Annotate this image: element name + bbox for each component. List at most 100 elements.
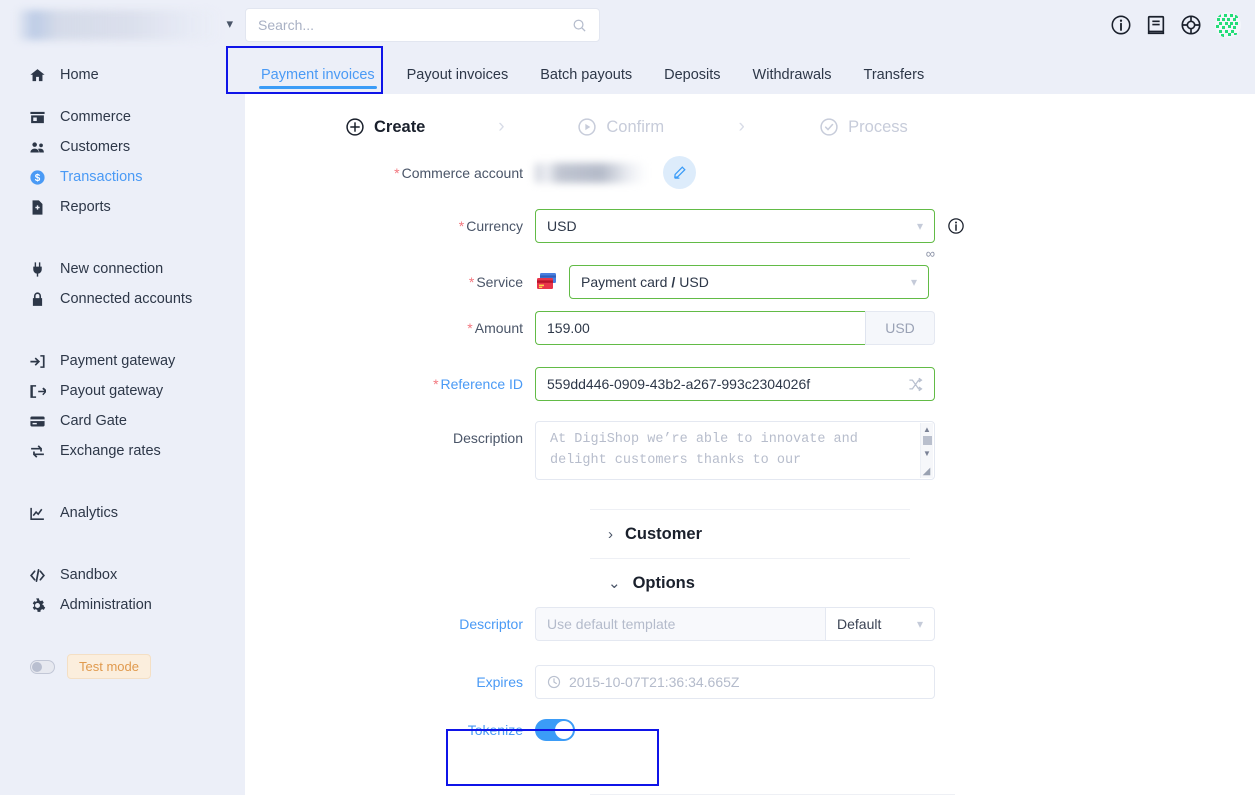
- code-icon: [29, 567, 46, 584]
- expires-placeholder: 2015-10-07T21:36:34.665Z: [569, 674, 740, 690]
- tab-bar: Payment invoices Payout invoices Batch p…: [245, 50, 1255, 94]
- amount-currency-suffix: USD: [865, 311, 935, 345]
- section-header-options[interactable]: ⌄ Options: [245, 559, 1255, 607]
- credit-card-icon: [29, 413, 46, 430]
- amount-control: 159.00 USD: [535, 311, 935, 345]
- nav-group: Payment gateway Payout gateway Card Gate…: [0, 340, 245, 472]
- section-title: Customer: [625, 524, 703, 543]
- chevron-right-icon: ›: [608, 525, 613, 543]
- service-select[interactable]: Payment card / USD ▾: [569, 265, 929, 299]
- tab-transfers[interactable]: Transfers: [848, 66, 941, 95]
- plug-icon: [29, 261, 46, 278]
- info-circle-icon[interactable]: [1110, 14, 1132, 36]
- sidebar-item-customers[interactable]: Customers: [0, 132, 245, 162]
- check-circle-icon: [820, 118, 838, 136]
- currency-hint-control: ∞: [535, 246, 935, 261]
- sidebar-item-payment-gateway[interactable]: Payment gateway: [0, 346, 245, 376]
- book-icon[interactable]: [1145, 14, 1167, 36]
- step-confirm[interactable]: Confirm: [577, 117, 664, 137]
- expires-input[interactable]: 2015-10-07T21:36:34.665Z: [535, 665, 935, 699]
- users-icon: [29, 139, 46, 156]
- infinity-icon: ∞: [925, 245, 935, 261]
- scrollbar-thumb[interactable]: [922, 436, 932, 445]
- sidebar-item-card-gate[interactable]: Card Gate: [0, 406, 245, 436]
- sidebar-item-label: Commerce: [60, 109, 131, 125]
- tokenize-label[interactable]: Tokenize: [245, 722, 535, 738]
- test-mode-toggle[interactable]: [30, 659, 55, 674]
- sidebar-item-administration[interactable]: Administration: [0, 590, 245, 620]
- tab-label: Transfers: [863, 66, 925, 83]
- play-circle-icon: [578, 118, 597, 136]
- dollar-circle-icon: $: [29, 169, 46, 186]
- tab-withdrawals[interactable]: Withdrawals: [737, 66, 848, 95]
- sidebar-item-label: Payout gateway: [60, 383, 164, 399]
- description-textarea[interactable]: At DigiShop we’re able to innovate and d…: [535, 421, 935, 480]
- scroll-down-icon[interactable]: ▼: [923, 447, 931, 458]
- sidebar-item-label: Reports: [60, 199, 111, 215]
- tokenize-toggle[interactable]: [535, 719, 575, 741]
- sidebar-item-transactions[interactable]: $ Transactions: [0, 162, 245, 192]
- reference-id-input[interactable]: 559dd446-0909-43b2-a267-993c2304026f: [535, 367, 935, 401]
- sidebar-item-new-connection[interactable]: New connection: [0, 254, 245, 284]
- sidebar-item-sandbox[interactable]: Sandbox: [0, 560, 245, 590]
- scroll-up-icon[interactable]: ▲: [923, 423, 931, 434]
- chevron-down-icon: ▾: [916, 219, 923, 233]
- step-separator: ›: [498, 116, 505, 137]
- step-process[interactable]: Process: [819, 117, 908, 137]
- invoice-form: * Commerce account * Currency USD ▾ ∞ * …: [245, 138, 1255, 480]
- sidebar-nav: Home Commerce Customers $ Transactions R…: [0, 50, 245, 626]
- reference-id-label[interactable]: * Reference ID: [245, 376, 535, 392]
- sidebar-item-label: Card Gate: [60, 413, 127, 429]
- currency-label: * Currency: [458, 218, 523, 234]
- currency-select[interactable]: USD ▾: [535, 209, 935, 243]
- descriptor-label[interactable]: Descriptor: [245, 616, 535, 632]
- sidebar-item-analytics[interactable]: Analytics: [0, 498, 245, 528]
- tab-label: Payment invoices: [261, 66, 375, 83]
- sidebar-item-exchange-rates[interactable]: Exchange rates: [0, 436, 245, 466]
- sidebar-item-label: Sandbox: [60, 567, 118, 583]
- sidebar-item-commerce[interactable]: Commerce: [0, 102, 245, 132]
- required-asterisk: *: [468, 274, 475, 290]
- form-row-descriptor: Descriptor Use default template Default …: [245, 607, 1255, 641]
- sidebar-item-reports[interactable]: Reports: [0, 192, 245, 222]
- lifebuoy-icon[interactable]: [1180, 14, 1202, 36]
- currency-info-icon[interactable]: [947, 217, 965, 235]
- nav-group: New connection Connected accounts: [0, 248, 245, 320]
- sidebar-item-home[interactable]: Home: [0, 60, 245, 90]
- shuffle-icon[interactable]: [908, 377, 923, 392]
- service-label: * Service: [468, 274, 523, 290]
- reference-id-value: 559dd446-0909-43b2-a267-993c2304026f: [547, 376, 811, 392]
- search-box[interactable]: [245, 8, 600, 42]
- description-control: At DigiShop we’re able to innovate and d…: [535, 421, 935, 480]
- expires-label[interactable]: Expires: [245, 674, 535, 690]
- test-mode-badge[interactable]: Test mode: [67, 654, 151, 679]
- content-area: Create › Confirm › Process * Commerce acc: [245, 94, 1255, 795]
- tab-payout-invoices[interactable]: Payout invoices: [391, 66, 525, 95]
- textarea-resize-grip[interactable]: ◢: [920, 467, 933, 479]
- tab-payment-invoices[interactable]: Payment invoices: [245, 66, 391, 95]
- edit-commerce-account-button[interactable]: [663, 156, 696, 189]
- user-avatar[interactable]: [1215, 12, 1241, 38]
- exchange-icon: [29, 443, 46, 460]
- amount-input[interactable]: 159.00: [535, 311, 865, 345]
- tokenize-control: [535, 719, 575, 741]
- step-create[interactable]: Create: [345, 117, 425, 137]
- sidebar-item-connected-accounts[interactable]: Connected accounts: [0, 284, 245, 314]
- section-header-customer[interactable]: › Customer: [245, 510, 1255, 558]
- form-row-reference-id: * Reference ID 559dd446-0909-43b2-a267-99…: [245, 367, 1255, 401]
- search-input[interactable]: [258, 17, 572, 33]
- sidebar-item-payout-gateway[interactable]: Payout gateway: [0, 376, 245, 406]
- tab-label: Withdrawals: [752, 66, 832, 83]
- descriptor-input[interactable]: Use default template: [535, 607, 825, 641]
- report-file-icon: [29, 199, 46, 216]
- sidebar-item-label: Home: [60, 67, 99, 83]
- brand-selector[interactable]: ▾: [0, 0, 245, 50]
- stepper: Create › Confirm › Process: [345, 94, 1175, 138]
- tab-deposits[interactable]: Deposits: [648, 67, 736, 95]
- descriptor-template-select[interactable]: Default ▾: [825, 607, 935, 641]
- commerce-account-value-redacted: [535, 162, 645, 183]
- tab-label: Payout invoices: [406, 66, 509, 83]
- topbar: [245, 0, 1255, 50]
- commerce-account-label: * Commerce account: [394, 164, 523, 181]
- tab-batch-payouts[interactable]: Batch payouts: [524, 67, 648, 95]
